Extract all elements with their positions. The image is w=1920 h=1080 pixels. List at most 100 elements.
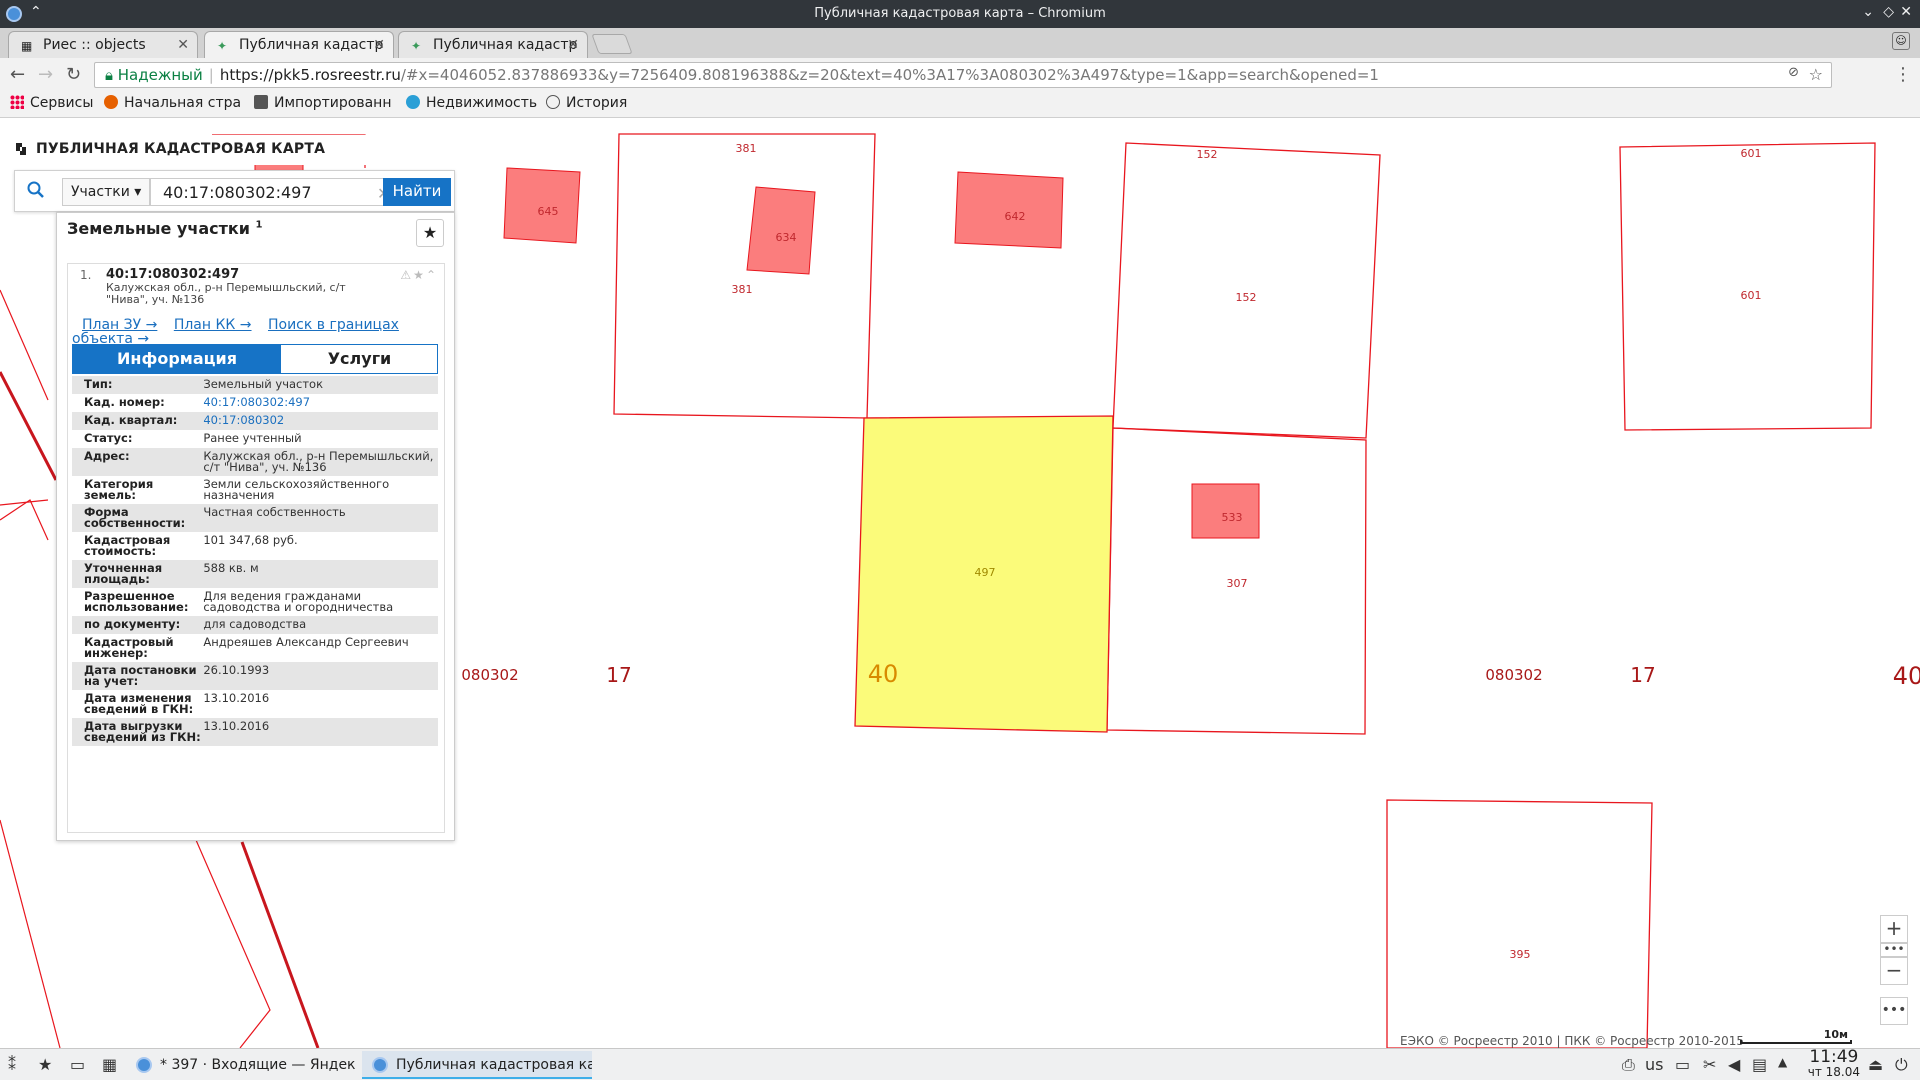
maximize-icon[interactable]: ◇ [1883,4,1894,20]
forward-icon[interactable]: → [38,64,53,85]
clock-time: 11:49 [1809,1047,1859,1067]
browser-menu-icon[interactable]: ⋮ [1894,64,1912,85]
clock[interactable]: 11:49 чт 18.04 [1808,1047,1860,1080]
result-address: Калужская обл., р-н Перемышльский, с/т "… [106,281,346,306]
favorites-icon[interactable]: ★ [38,1055,52,1074]
clipboard-icon[interactable]: ▤ [1752,1055,1767,1074]
parcel-boundary [195,839,271,1048]
close-tab-icon[interactable]: ✕ [567,37,579,53]
property-key: Статус: [84,431,133,445]
volume-icon[interactable]: ◀ [1728,1055,1740,1074]
zoom-out-button[interactable]: − [1880,957,1908,985]
property-value: Земельный участок [203,377,324,391]
road-boundary [0,371,58,481]
property-row: Форма собственности: Частная собственност… [72,504,438,532]
lock-screen-icon[interactable]: ⏏ [1868,1055,1883,1074]
property-row: Дата постановки на учет: 26.10.1993 [72,662,438,690]
property-row: Статус: Ранее учтенный [72,430,438,448]
task-yandex-mail[interactable]: * 397 · Входящие — Яндекс.... [126,1051,356,1079]
results-count: 1 [255,219,263,231]
property-value: Частная собственность [203,505,346,519]
url-path: /#x=4046052.837886933&y=7256409.80819638… [400,66,1379,84]
close-window-icon[interactable]: ✕ [1900,4,1912,20]
app-title: ПУБЛИЧНАЯ КАДАСТРОВАЯ КАРТА [36,141,326,157]
tray-expand-icon[interactable]: ▲ [1778,1055,1787,1069]
find-button[interactable]: Найти [383,178,451,206]
property-value[interactable]: 40:17:080302:497 [203,396,438,409]
label-645: 645 [538,205,559,218]
property-row: Кад. номер: 40:17:080302:497 [72,394,438,412]
browser-toolbar: ← → ↻ 🔒︎ Надежный | https://pkk5.rosreestr… [0,58,1920,92]
bookmark-imported[interactable]: Импортированн [254,95,391,111]
label-634: 634 [776,231,797,244]
road-boundary [240,841,320,1048]
property-key: Дата постановки на учет: [84,663,197,688]
reload-icon[interactable]: ↻ [66,64,81,85]
translate-icon[interactable]: ⊘ [1788,65,1799,80]
district-label: 17 [606,663,631,687]
tab-cadastral-map[interactable]: ✦ Публичная кадастр ✕ [398,31,588,58]
label-601-top: 601 [1741,147,1762,160]
tab-cadastral-map-active[interactable]: ✦ Публичная кадастр ✕ [204,31,394,59]
close-tab-icon[interactable]: ✕ [177,37,189,53]
address-bar[interactable]: 🔒︎ Надежный | https://pkk5.rosreestr.ru/#x… [94,62,1832,88]
property-value: Земли сельскохозяйственного назначения [203,477,390,502]
parcel-boundary [0,499,49,541]
results-panel: Земельные участки 1 ★ 1. 40:17:080302:49… [56,212,455,841]
property-table: Тип: Земельный участок Кад. номер: 40:17:08… [72,376,438,746]
task-cadastral-map[interactable]: Публичная кадастровая карт... [362,1051,592,1079]
app-launcher-icon[interactable]: ⁑ [8,1055,16,1074]
property-value[interactable]: 40:17:080302 [203,414,438,427]
property-value: 588 кв. м [203,561,259,575]
rosreestr-icon: ✦ [411,39,422,53]
label-307: 307 [1227,577,1248,590]
search-type-select[interactable]: Участки ▾ [62,178,150,206]
plan-kk-link[interactable]: План КК → [174,317,252,333]
bluetooth-icon[interactable]: ✂ [1703,1055,1716,1074]
new-tab-button[interactable] [591,34,633,54]
taskbar: ⁑ ★ ▭ ▦ * 397 · Входящие — Яндекс.... Пу… [0,1048,1920,1080]
power-icon[interactable]: ⏻ [1895,1055,1908,1075]
property-key: Форма собственности: [84,505,186,530]
keyboard-layout[interactable]: us [1645,1055,1663,1074]
bookmark-realty[interactable]: Недвижимость [406,95,537,111]
bookmark-services[interactable]: Сервисы [10,95,93,111]
property-key: Тип: [84,377,113,391]
pkk-logo-icon [16,143,26,155]
search-icon[interactable] [27,181,45,199]
bookmark-start-page[interactable]: Начальная стра [104,95,241,111]
lock-icon: 🔒︎ [105,66,113,84]
result-card: 1. 40:17:080302:497 ⚠★⌃ Калужская обл., … [67,263,445,833]
property-row: Кад. квартал: 40:17:080302 [72,412,438,430]
property-row: Уточненная площадь: 588 кв. м [72,560,438,588]
parcel-381[interactable] [613,133,876,419]
parcel-395[interactable] [1386,799,1653,1048]
network-icon[interactable]: ⎙ [1622,1055,1635,1075]
search-input[interactable]: 40:17:080302:497 [150,178,395,206]
profile-icon[interactable]: ☺ [1892,32,1910,50]
result-cadastral-number[interactable]: 40:17:080302:497 [106,267,239,282]
folder-icon [254,95,268,109]
parcel-601[interactable] [1619,142,1876,431]
minimize-icon[interactable]: ⌄ [1862,4,1874,20]
label-497: 497 [975,566,996,579]
page-icon: ▦ [21,39,33,53]
more-tools-button[interactable]: ••• [1880,997,1908,1025]
district-label: 17 [1630,663,1655,687]
tab-information[interactable]: Информация [73,345,281,373]
property-key: Адрес: [84,449,130,463]
bookmark-history[interactable]: История [546,95,627,111]
tab-services[interactable]: Услуги [281,345,438,373]
map-attribution: ЕЭКО © Росреестр 2010 | ПКК © Росреестр … [1400,1034,1745,1048]
calculator-icon[interactable]: ▦ [102,1055,117,1074]
chromium-icon [372,1057,388,1073]
close-tab-icon[interactable]: ✕ [373,37,385,53]
favorite-star-button[interactable]: ★ [416,219,444,247]
result-action-icons[interactable]: ⚠★⌃ [400,268,438,282]
bookmark-star-icon[interactable]: ☆ [1809,65,1823,84]
back-icon[interactable]: ← [10,64,25,85]
tab-objects[interactable]: ▦ Риес :: objects ✕ [8,31,198,58]
display-icon[interactable]: ▭ [1675,1055,1690,1074]
zoom-in-button[interactable]: + [1880,915,1908,943]
show-desktop-icon[interactable]: ▭ [70,1055,85,1074]
